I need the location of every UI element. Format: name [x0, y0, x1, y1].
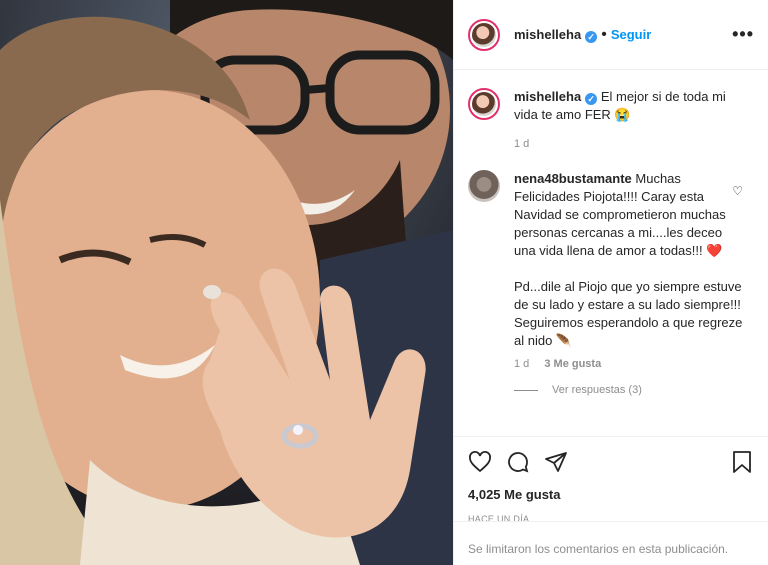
- caption-meta: 1 d: [514, 138, 744, 150]
- caption-text-block: mishelleha ✓ El mejor si de toda mi vida …: [514, 88, 744, 124]
- post-view: mishelleha ✓ • Seguir ••• mishelleha ✓ El me…: [0, 0, 768, 565]
- comment-like-heart-icon[interactable]: ♡: [732, 184, 743, 198]
- like-heart-icon[interactable]: [468, 450, 492, 474]
- author-avatar[interactable]: [468, 18, 500, 51]
- comment-item: nena48bustamante Muchas Felicidades Pioj…: [468, 170, 755, 370]
- replies-line: [514, 389, 538, 391]
- separator-dot: •: [601, 25, 607, 43]
- likes-count[interactable]: 4,025 Me gusta: [468, 487, 753, 502]
- post-actions: 4,025 Me gusta HACE UN DÍA: [454, 436, 768, 524]
- verified-badge-icon: ✓: [585, 30, 598, 43]
- post-photo[interactable]: [0, 0, 453, 565]
- commenter-avatar[interactable]: [468, 170, 500, 202]
- post-header: mishelleha ✓ • Seguir •••: [454, 0, 768, 70]
- comments-list[interactable]: mishelleha ✓ El mejor si de toda mi vida …: [454, 70, 768, 436]
- action-icons: [468, 447, 753, 477]
- caption-item: mishelleha ✓ El mejor si de toda mi vida …: [468, 88, 755, 150]
- author-line: mishelleha ✓ • Seguir: [514, 26, 651, 44]
- follow-button[interactable]: Seguir: [611, 27, 651, 42]
- verified-badge-icon: ✓: [585, 93, 598, 105]
- author-username[interactable]: mishelleha: [514, 27, 581, 42]
- comment-text-block: nena48bustamante Muchas Felicidades Pioj…: [514, 170, 744, 350]
- comment-bubble-icon[interactable]: [506, 450, 530, 474]
- post-side-panel: mishelleha ✓ • Seguir ••• mishelleha ✓ El me…: [453, 0, 768, 565]
- view-replies-link[interactable]: Ver respuestas (3): [514, 384, 755, 396]
- comment-meta: 1 d 3 Me gusta: [514, 358, 744, 370]
- caption-age[interactable]: 1 d: [514, 138, 529, 150]
- comments-limited-notice: Se limitaron los comentarios en esta pub…: [454, 521, 768, 565]
- view-replies-label: Ver respuestas (3): [552, 384, 642, 396]
- caption-avatar[interactable]: [468, 88, 500, 120]
- comment-text-2: Pd...dile al Piojo que yo siempre estuve…: [514, 279, 743, 348]
- comment-age[interactable]: 1 d: [514, 358, 529, 370]
- share-direct-icon[interactable]: [544, 450, 568, 474]
- save-bookmark-icon[interactable]: [731, 450, 753, 474]
- comment-username[interactable]: nena48bustamante: [514, 171, 632, 186]
- caption-username[interactable]: mishelleha: [514, 89, 581, 104]
- more-options-icon[interactable]: •••: [732, 24, 754, 45]
- comment-likes[interactable]: 3 Me gusta: [544, 358, 601, 370]
- couple-photo: [0, 0, 453, 565]
